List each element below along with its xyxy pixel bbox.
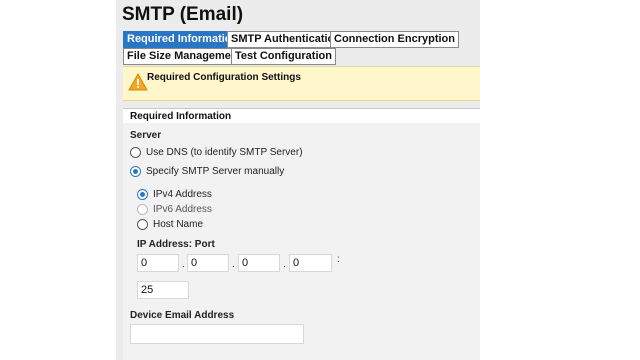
radio-ipv4[interactable]: IPv4 Address: [137, 187, 212, 201]
radio-button[interactable]: [130, 165, 141, 177]
warning-icon: [128, 73, 148, 91]
section-header: Required Information: [123, 108, 480, 124]
ip-octet-2-input[interactable]: 0: [187, 254, 229, 272]
radio-button[interactable]: [137, 188, 148, 200]
ip-port-label: IP Address: Port: [137, 239, 215, 250]
section-title: Required Information: [130, 111, 232, 122]
tab-file-size-management[interactable]: File Size Management: [123, 48, 246, 65]
page-title: SMTP (Email): [122, 4, 244, 25]
tab-connection-encryption[interactable]: Connection Encryption: [330, 31, 459, 48]
device-email-label: Device Email Address: [130, 310, 235, 321]
port-input[interactable]: 25: [137, 281, 189, 299]
tab-test-configuration[interactable]: Test Configuration: [231, 48, 336, 65]
ip-octet-1-input[interactable]: 0: [137, 254, 179, 272]
radio-button[interactable]: [137, 218, 148, 230]
server-label: Server: [130, 130, 162, 141]
radio-label: Host Name: [153, 218, 204, 230]
ip-octet-4-input[interactable]: 0: [289, 254, 332, 272]
alert-banner: Required Configuration Settings: [123, 66, 480, 101]
radio-label: Use DNS (to identify SMTP Server): [146, 146, 303, 158]
tab-required-information[interactable]: Required Information: [123, 31, 243, 48]
device-email-input[interactable]: [130, 324, 304, 344]
radio-label: Specify SMTP Server manually: [146, 165, 285, 177]
radio-ipv6[interactable]: IPv6 Address: [137, 202, 212, 216]
form-content: Server Use DNS (to identify SMTP Server)…: [123, 123, 480, 360]
ip-separator: .: [232, 259, 235, 270]
radio-button[interactable]: [137, 203, 148, 215]
alert-text: Required Configuration Settings: [147, 72, 301, 83]
radio-label: IPv6 Address: [153, 203, 212, 215]
radio-use-dns[interactable]: Use DNS (to identify SMTP Server): [130, 145, 303, 159]
page-background: [480, 0, 640, 360]
radio-specify-manually[interactable]: Specify SMTP Server manually: [130, 164, 284, 178]
ip-octet-3-input[interactable]: 0: [238, 254, 280, 272]
tab-smtp-authentication[interactable]: SMTP Authentication: [227, 31, 345, 48]
ip-separator: .: [283, 259, 286, 270]
radio-label: IPv4 Address: [153, 188, 212, 200]
radio-button[interactable]: [130, 146, 141, 158]
ip-separator: .: [182, 259, 185, 270]
radio-host-name[interactable]: Host Name: [137, 217, 203, 231]
port-separator: :: [337, 254, 340, 265]
